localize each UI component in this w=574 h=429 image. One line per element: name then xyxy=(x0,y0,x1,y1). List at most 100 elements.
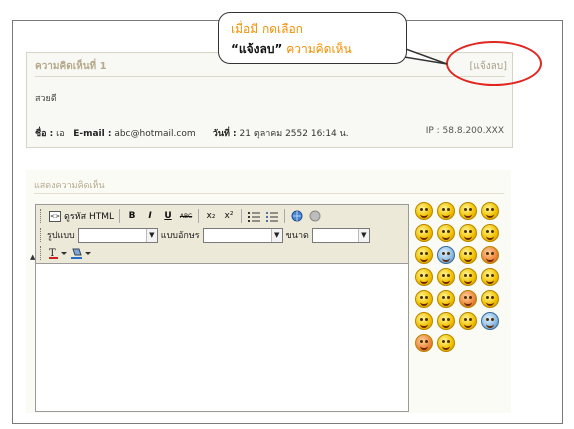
emoticon-tongue-button[interactable] xyxy=(481,224,503,246)
format-select[interactable]: ▼ xyxy=(77,227,158,243)
emoticon-love-button[interactable] xyxy=(459,224,481,246)
chevron-down-icon: ▼ xyxy=(357,228,369,242)
emoticon-shy-button[interactable] xyxy=(481,202,503,224)
size-select[interactable]: ▼ xyxy=(311,227,370,243)
laugh-emoticon-icon xyxy=(437,202,455,220)
strikethrough-button[interactable]: ABC xyxy=(179,208,193,224)
callout-rest: ความคิดเห็น xyxy=(286,42,352,56)
grip-icon xyxy=(40,209,43,223)
emoticon-sweat-button[interactable] xyxy=(437,224,459,246)
cry-emoticon-icon xyxy=(459,246,477,264)
emoticon-happy-button[interactable] xyxy=(437,290,459,312)
separator xyxy=(241,209,243,223)
sing-emoticon-icon xyxy=(415,312,433,330)
view-source-button[interactable]: <> ดูรหัส HTML xyxy=(49,208,114,224)
subscript-button[interactable]: x₂ xyxy=(204,208,218,224)
emoticon-sing-button[interactable] xyxy=(415,312,437,334)
sick-emoticon-icon xyxy=(481,290,499,308)
italic-button[interactable]: I xyxy=(143,208,157,224)
emoticon-mad-button[interactable] xyxy=(415,334,437,356)
tongue-emoticon-icon xyxy=(481,224,499,242)
happy-emoticon-icon xyxy=(437,290,455,308)
text-color-button[interactable]: T xyxy=(49,245,67,261)
emoticon-angry-button[interactable] xyxy=(481,246,503,268)
nerd-emoticon-icon xyxy=(459,312,477,330)
numbered-list-icon xyxy=(248,211,261,222)
grip-icon xyxy=(40,246,43,260)
emoticon-confused-button[interactable] xyxy=(459,268,481,290)
emoticon-sleep-button[interactable] xyxy=(437,268,459,290)
smile-emoticon-icon xyxy=(415,202,433,220)
divider xyxy=(34,193,504,194)
emoticon-shock-button[interactable] xyxy=(415,268,437,290)
hat-emoticon-icon xyxy=(481,312,499,330)
grin-emoticon-icon xyxy=(415,224,433,242)
comment-form: แสดงความคิดเห็น <> ดูรหัส HTML B I U ABC… xyxy=(26,170,511,413)
shy-emoticon-icon xyxy=(481,202,499,220)
toolbar-row-3: T xyxy=(40,244,93,262)
emoticon-embarrassed-button[interactable] xyxy=(415,290,437,312)
emoticon-cool-button[interactable] xyxy=(437,246,459,268)
emoticon-wink-button[interactable] xyxy=(459,202,481,224)
emoticon-nerd-button[interactable] xyxy=(459,312,481,334)
angry-emoticon-icon xyxy=(481,246,499,264)
shock-emoticon-icon xyxy=(415,268,433,286)
bullet-list-button[interactable] xyxy=(265,208,279,224)
source-icon: <> xyxy=(49,210,61,222)
comment-ip: IP : 58.8.200.XXX xyxy=(425,126,504,136)
emoticon-kiss-button[interactable] xyxy=(481,268,503,290)
comment-body: สวยดี xyxy=(35,94,57,104)
editor-toolbar: <> ดูรหัส HTML B I U ABC x₂ x² รูปแบบ ▼ … xyxy=(30,205,408,264)
bold-button[interactable]: B xyxy=(125,208,139,224)
superscript-button[interactable]: x² xyxy=(222,208,236,224)
emoticon-sick-button[interactable] xyxy=(481,290,503,312)
underline-button[interactable]: U xyxy=(161,208,175,224)
callout-line2: “แจ้งลบ” ความคิดเห็น xyxy=(231,40,352,59)
emoticon-crazy-button[interactable] xyxy=(437,312,459,334)
emoticon-sad-button[interactable] xyxy=(415,246,437,268)
name-value: เอ xyxy=(56,129,65,139)
chevron-down-icon: ▼ xyxy=(270,228,282,242)
collapse-toolbar-icon[interactable]: ▲ xyxy=(30,253,35,261)
emoticon-hat-button[interactable] xyxy=(481,312,503,334)
font-select[interactable]: ▼ xyxy=(202,227,283,243)
background-color-icon xyxy=(71,248,91,259)
emoticon-cry-button[interactable] xyxy=(459,246,481,268)
separator xyxy=(198,209,200,223)
crazy-emoticon-icon xyxy=(437,312,455,330)
mad-emoticon-icon xyxy=(415,334,433,352)
callout-quoted: “แจ้งลบ” xyxy=(231,42,283,56)
date-value: 21 ตุลาคม 2552 16:14 น. xyxy=(239,129,349,139)
email-label: E-mail : xyxy=(73,129,112,139)
view-source-label: ดูรหัส HTML xyxy=(64,212,115,222)
kiss-emoticon-icon xyxy=(481,268,499,286)
emoticon-panel xyxy=(415,202,507,356)
grip-icon xyxy=(40,228,43,242)
sad-emoticon-icon xyxy=(415,246,433,264)
emoticon-laugh-button[interactable] xyxy=(437,202,459,224)
email-value: abc@hotmail.com xyxy=(114,129,196,139)
chevron-down-icon: ▼ xyxy=(145,228,157,242)
separator xyxy=(119,209,121,223)
emoticon-dizzy-button[interactable] xyxy=(437,334,459,356)
emoticon-grin-button[interactable] xyxy=(415,224,437,246)
emoticon-smile-button[interactable] xyxy=(415,202,437,224)
comment-title: ความคิดเห็นที่ 1 xyxy=(35,61,107,72)
toolbar-row-2: รูปแบบ ▼ แบบอักษร ▼ ขนาด ▼ xyxy=(40,226,373,244)
emoticon-devil-button[interactable] xyxy=(459,290,481,312)
numbered-list-button[interactable] xyxy=(247,208,261,224)
devil-emoticon-icon xyxy=(459,290,477,308)
globe-link-icon xyxy=(291,210,303,221)
dizzy-emoticon-icon xyxy=(437,334,455,352)
highlight-circle xyxy=(446,41,542,86)
embarrassed-emoticon-icon xyxy=(415,290,433,308)
background-color-button[interactable] xyxy=(71,245,91,261)
font-label: แบบอักษร xyxy=(160,231,200,241)
unlink-icon xyxy=(309,210,321,221)
insert-link-button[interactable] xyxy=(290,208,304,224)
remove-link-button[interactable] xyxy=(308,208,322,224)
comment-meta: ชื่อ : เอ E-mail : abc@hotmail.com วันที… xyxy=(35,126,349,140)
confused-emoticon-icon xyxy=(459,268,477,286)
callout-bubble: เมื่อมี กดเลือก “แจ้งลบ” ความคิดเห็น xyxy=(218,12,407,64)
sleep-emoticon-icon xyxy=(437,268,455,286)
